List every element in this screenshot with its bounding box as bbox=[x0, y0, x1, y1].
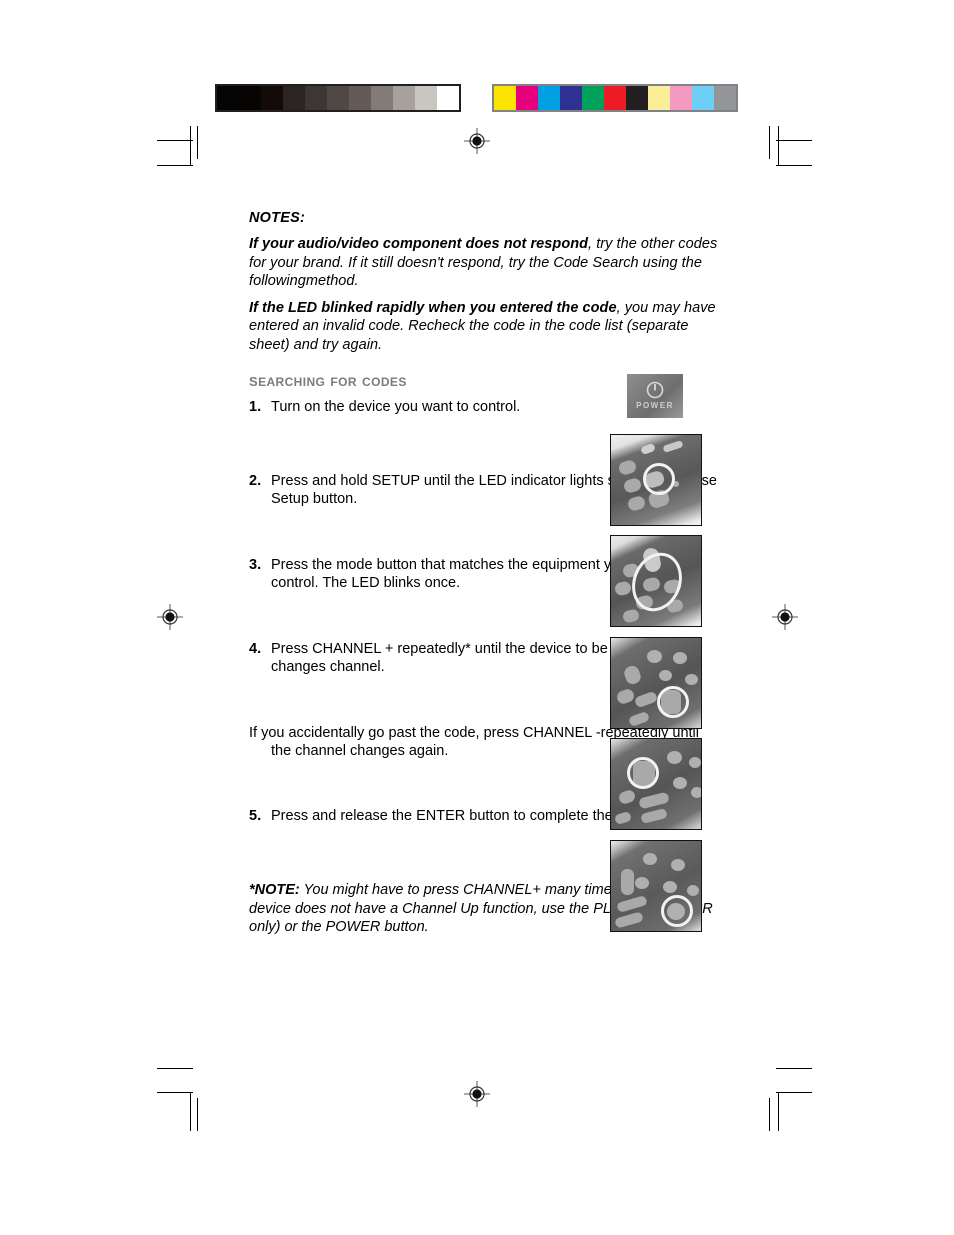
power-label: POWER bbox=[636, 401, 674, 410]
color-patch bbox=[494, 86, 516, 110]
color-patch bbox=[670, 86, 692, 110]
note-lead-1: If your audio/video component does not r… bbox=[249, 236, 589, 252]
photo-channel-up-button bbox=[610, 637, 702, 729]
crop-mark bbox=[776, 140, 812, 141]
step-number-2: 2. bbox=[249, 472, 262, 489]
photo-power-button: POWER bbox=[622, 368, 688, 426]
grayscale-patch bbox=[327, 86, 349, 110]
crop-mark bbox=[197, 126, 198, 159]
step-number-3: 3. bbox=[249, 556, 262, 573]
color-patch bbox=[538, 86, 560, 110]
crop-mark bbox=[157, 140, 193, 141]
grayscale-patch bbox=[239, 86, 261, 110]
crop-mark bbox=[769, 1098, 770, 1131]
step-number-1: 1. bbox=[249, 399, 262, 415]
grayscale-patch bbox=[283, 86, 305, 110]
crop-mark bbox=[776, 1092, 812, 1093]
color-calibration-strip bbox=[492, 84, 738, 112]
photo-setup-button bbox=[610, 434, 702, 526]
grayscale-patch bbox=[437, 86, 459, 110]
step-number-5: 5. bbox=[249, 807, 262, 824]
color-patch bbox=[714, 86, 736, 110]
footnote-lead: *NOTE: bbox=[249, 882, 300, 898]
crop-mark bbox=[157, 1092, 193, 1093]
crop-mark bbox=[157, 165, 193, 166]
registration-target-icon bbox=[464, 1081, 490, 1107]
crop-mark bbox=[157, 1068, 193, 1069]
highlight-circle bbox=[643, 463, 675, 495]
crop-mark bbox=[776, 165, 812, 166]
registration-target-icon bbox=[772, 604, 798, 630]
color-patch bbox=[604, 86, 626, 110]
grayscale-patch bbox=[371, 86, 393, 110]
note-paragraph-2: If the LED blinked rapidly when you ente… bbox=[249, 299, 719, 355]
crop-mark bbox=[190, 1092, 191, 1131]
crop-mark bbox=[778, 1092, 779, 1131]
photo-enter-button bbox=[610, 840, 702, 932]
photo-mode-buttons bbox=[610, 535, 702, 627]
highlight-circle bbox=[657, 686, 689, 718]
color-patch bbox=[516, 86, 538, 110]
color-patch bbox=[648, 86, 670, 110]
grayscale-patch bbox=[349, 86, 371, 110]
color-patch bbox=[560, 86, 582, 110]
crop-mark bbox=[776, 1068, 812, 1069]
highlight-circle bbox=[661, 895, 693, 927]
power-symbol-icon bbox=[646, 381, 664, 399]
highlight-circle bbox=[627, 757, 659, 789]
color-patch bbox=[692, 86, 714, 110]
note-lead-2: If the LED blinked rapidly when you ente… bbox=[249, 299, 617, 316]
crop-mark bbox=[190, 126, 191, 165]
notes-heading: NOTES: bbox=[249, 210, 305, 226]
color-patch bbox=[582, 86, 604, 110]
color-patch bbox=[626, 86, 648, 110]
registration-target-icon bbox=[464, 128, 490, 154]
photo-channel-down-button bbox=[610, 738, 702, 830]
crop-mark bbox=[778, 126, 779, 165]
note-paragraph-1: If your audio/video component does not r… bbox=[249, 235, 719, 291]
grayscale-calibration-strip bbox=[215, 84, 461, 112]
grayscale-patch bbox=[217, 86, 239, 110]
grayscale-patch bbox=[415, 86, 437, 110]
grayscale-patch bbox=[305, 86, 327, 110]
grayscale-patch bbox=[261, 86, 283, 110]
grayscale-patch bbox=[393, 86, 415, 110]
crop-mark bbox=[197, 1098, 198, 1131]
crop-mark bbox=[769, 126, 770, 159]
step-number-4: 4. bbox=[249, 640, 262, 657]
registration-target-icon bbox=[157, 604, 183, 630]
